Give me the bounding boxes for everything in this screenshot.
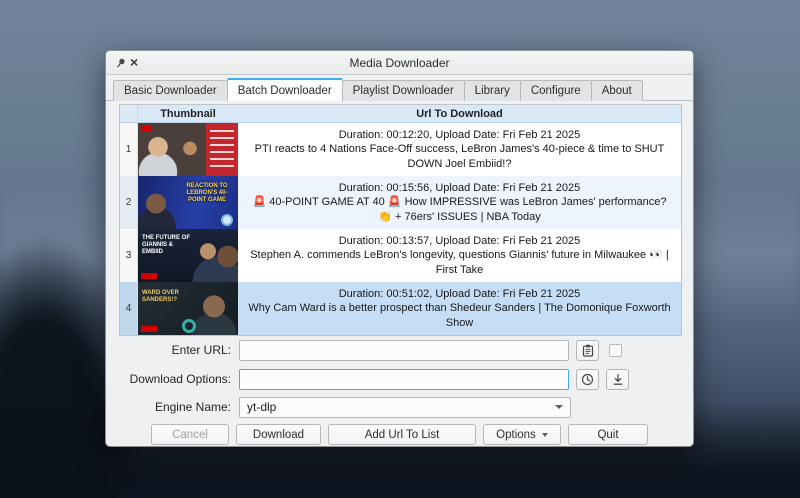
table-corner: [120, 105, 138, 122]
duration-line: Duration: 00:13:57, Upload Date: Fri Feb…: [246, 234, 673, 249]
video-thumbnail: THE FUTURE OF GIANNIS & EMBIID: [138, 229, 238, 282]
url-table: Thumbnail Url To Download 1 Duration: 00…: [119, 104, 682, 336]
thumbnail-caption: WARD OVER SANDERS!?: [142, 290, 188, 304]
options-download-button[interactable]: [606, 369, 629, 390]
tab-batch-downloader[interactable]: Batch Downloader: [227, 78, 343, 101]
download-icon: [612, 373, 624, 386]
chevron-down-icon: [555, 405, 563, 409]
url-cell[interactable]: Duration: 00:15:56, Upload Date: Fri Feb…: [238, 176, 681, 229]
url-checkbox[interactable]: [609, 344, 622, 357]
video-thumbnail: REACTION TO LEBRON'S 40-POINT GAME: [138, 176, 238, 229]
row-number: 1: [120, 123, 138, 176]
engine-name-row: Engine Name: yt-dlp: [116, 396, 683, 418]
engine-name-label: Engine Name:: [116, 400, 231, 414]
titlebar[interactable]: × Media Downloader: [106, 51, 693, 75]
action-button-row: Cancel Download Add Url To List Options …: [151, 424, 648, 445]
url-input[interactable]: [239, 340, 569, 361]
tab-bar: Basic Downloader Batch Downloader Playli…: [113, 78, 642, 101]
table-row[interactable]: 1 Duration: 00:12:20, Upload Date: Fri F…: [120, 123, 681, 176]
url-cell[interactable]: Duration: 00:12:20, Upload Date: Fri Feb…: [238, 123, 681, 176]
download-options-input[interactable]: [239, 369, 569, 390]
duration-line: Duration: 00:12:20, Upload Date: Fri Feb…: [246, 128, 673, 143]
tab-library[interactable]: Library: [464, 80, 521, 101]
col-header-url[interactable]: Url To Download: [238, 108, 681, 120]
table-header: Thumbnail Url To Download: [120, 105, 681, 123]
quit-button[interactable]: Quit: [568, 424, 648, 445]
show-ring-logo: [182, 319, 196, 333]
window-title: Media Downloader: [106, 51, 693, 75]
clipboard-icon: [582, 344, 594, 357]
options-button-label: Options: [496, 429, 536, 441]
tab-playlist-downloader[interactable]: Playlist Downloader: [342, 80, 465, 101]
tab-basic-downloader[interactable]: Basic Downloader: [113, 80, 228, 101]
espn-logo: [141, 326, 157, 332]
table-row-selected[interactable]: 4 WARD OVER SANDERS!? Duration: 00:51:02…: [120, 282, 681, 335]
desktop-background: × Media Downloader Basic Downloader Batc…: [0, 0, 800, 498]
video-thumbnail: WARD OVER SANDERS!?: [138, 282, 238, 335]
thumbnail-caption: REACTION TO LEBRON'S 40-POINT GAME: [178, 183, 236, 204]
media-downloader-window: × Media Downloader Basic Downloader Batc…: [105, 50, 694, 447]
thumbnail-caption: THE FUTURE OF GIANNIS & EMBIID: [142, 235, 194, 256]
espn-logo: [141, 273, 157, 279]
chevron-down-icon: [542, 433, 548, 437]
thumbnail-graphic-text: [210, 130, 234, 170]
url-cell[interactable]: Duration: 00:13:57, Upload Date: Fri Feb…: [238, 229, 681, 282]
row-number: 4: [120, 282, 138, 335]
history-button[interactable]: [576, 369, 599, 390]
title-line: 🚨 40-POINT GAME AT 40 🚨 How IMPRESSIVE w…: [246, 195, 673, 224]
enter-url-label: Enter URL:: [116, 343, 231, 357]
url-cell[interactable]: Duration: 00:51:02, Upload Date: Fri Feb…: [238, 282, 681, 335]
tab-about[interactable]: About: [591, 80, 643, 101]
col-header-thumbnail[interactable]: Thumbnail: [138, 108, 238, 120]
clock-icon: [581, 373, 594, 386]
options-button[interactable]: Options: [483, 424, 561, 445]
nba-today-logo: [221, 214, 233, 226]
duration-line: Duration: 00:51:02, Upload Date: Fri Feb…: [246, 287, 673, 302]
download-options-row: Download Options:: [116, 368, 683, 390]
engine-select[interactable]: yt-dlp: [239, 397, 571, 418]
download-button[interactable]: Download: [236, 424, 321, 445]
title-line: PTI reacts to 4 Nations Face-Off success…: [246, 142, 673, 171]
download-options-label: Download Options:: [116, 372, 231, 386]
engine-select-value: yt-dlp: [247, 400, 276, 414]
row-number: 2: [120, 176, 138, 229]
paste-clipboard-button[interactable]: [576, 340, 599, 361]
tab-configure[interactable]: Configure: [520, 80, 592, 101]
title-line: Stephen A. commends LeBron's longevity, …: [246, 248, 673, 277]
table-row[interactable]: 2 REACTION TO LEBRON'S 40-POINT GAME Dur…: [120, 176, 681, 229]
table-row[interactable]: 3 THE FUTURE OF GIANNIS & EMBIID Duratio…: [120, 229, 681, 282]
add-url-to-list-button[interactable]: Add Url To List: [328, 424, 476, 445]
title-line: Why Cam Ward is a better prospect than S…: [246, 301, 673, 330]
row-number: 3: [120, 229, 138, 282]
duration-line: Duration: 00:15:56, Upload Date: Fri Feb…: [246, 181, 673, 196]
video-thumbnail: [138, 123, 238, 176]
show-logo: [141, 126, 152, 132]
enter-url-row: Enter URL:: [116, 339, 683, 361]
cancel-button[interactable]: Cancel: [151, 424, 229, 445]
